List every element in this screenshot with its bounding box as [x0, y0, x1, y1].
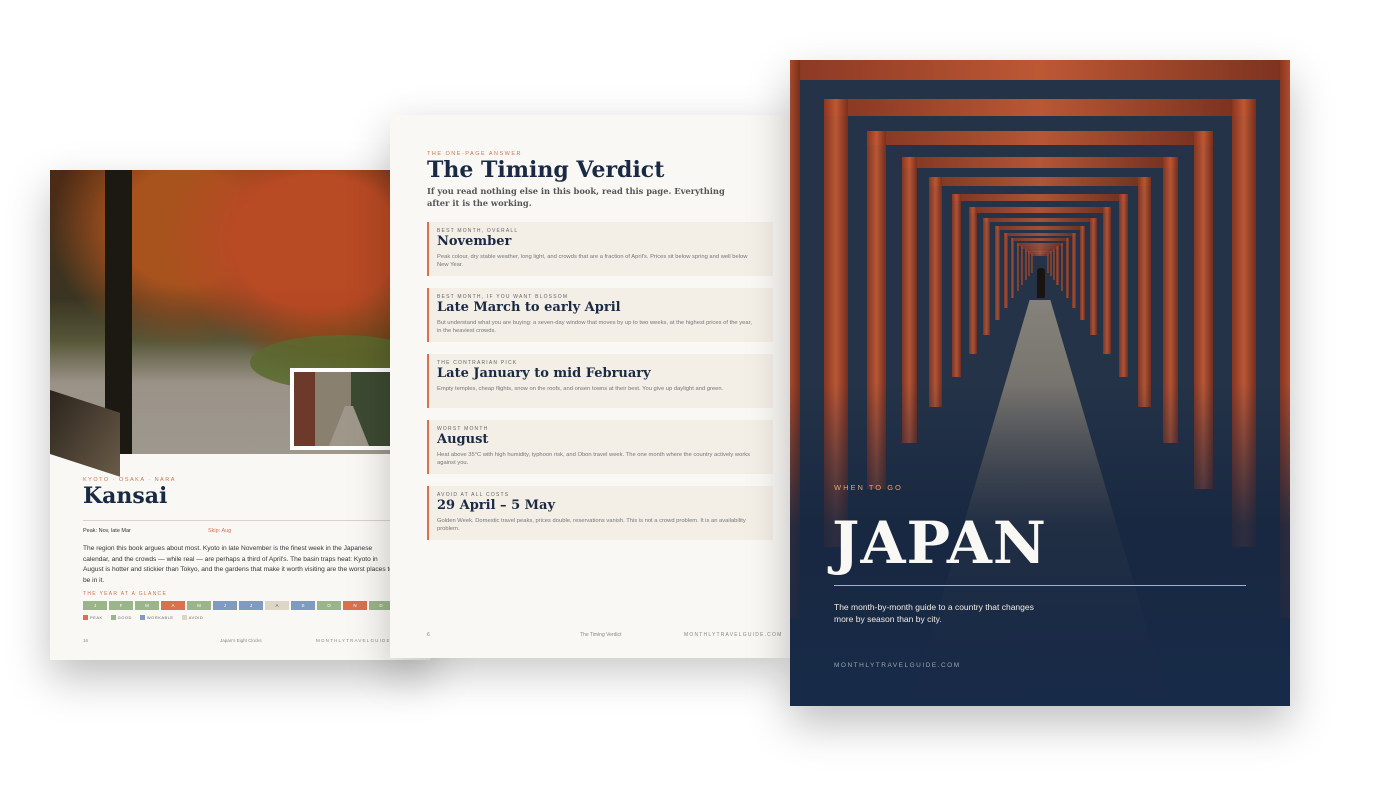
legend-item: AVOID: [181, 615, 204, 621]
card-text: Empty temples, cheap flights, snow on th…: [437, 386, 724, 392]
legend-label: AVOID: [188, 615, 204, 620]
month-cell: M: [135, 601, 159, 610]
month-strip: JFMAMJJASOND: [83, 601, 393, 610]
month-cell: J: [83, 601, 107, 610]
legend-label: PEAK: [90, 615, 103, 620]
legend-label: GOOD: [117, 615, 132, 620]
street-inset-photo: [290, 368, 402, 450]
cover-url: MONTHLYTRAVELGUIDE.COM: [834, 662, 961, 669]
month-cell: S: [291, 601, 315, 610]
month-cell: J: [239, 601, 263, 610]
month-cell: J: [213, 601, 237, 610]
card-title: Late March to early April: [437, 300, 621, 315]
verdict-subtitle: If you read nothing else in this book, r…: [427, 186, 725, 208]
cover-kicker: WHEN TO GO: [834, 483, 903, 492]
verdict-card: AVOID AT ALL COSTS 29 April – 5 May Gold…: [427, 486, 773, 540]
month-legend: PEAK GOOD WORKABLE AVOID: [83, 615, 204, 621]
cover-divider: [834, 585, 1246, 586]
card-title: November: [437, 234, 512, 249]
footer-section: The Timing Verdict: [580, 632, 622, 638]
card-text: But understand what you are buying: a se…: [437, 320, 752, 335]
month-cell: A: [265, 601, 289, 610]
card-title: Late January to mid February: [437, 366, 651, 381]
verdict-card: THE CONTRARIAN PICK Late January to mid …: [427, 354, 773, 408]
month-cell: M: [187, 601, 211, 610]
month-cell: O: [317, 601, 341, 610]
japan-cover: WHEN TO GO JAPAN The month-by-month guid…: [790, 60, 1290, 706]
card-title: August: [437, 432, 489, 447]
skip-months: Skip: Aug: [208, 528, 232, 534]
legend-item: GOOD: [110, 615, 132, 621]
card-text: Heat above 35°C with high humidity, typh…: [437, 452, 751, 467]
kansai-page: KYOTO · OSAKA · NARA Kansai Peak: Nov, l…: [50, 170, 430, 660]
legend-item: PEAK: [83, 615, 103, 621]
legend-label: WORKABLE: [146, 615, 174, 620]
region-body: The region this book argues about most. …: [83, 545, 393, 584]
cover-subtitle: The month-by-month guide to a country th…: [834, 602, 1034, 624]
timing-verdict-page: THE ONE-PAGE ANSWER The Timing Verdict I…: [390, 115, 790, 658]
legend-swatch: [139, 615, 145, 621]
legend-swatch: [83, 615, 88, 621]
card-text: Peak colour, dry stable weather, long li…: [437, 254, 748, 269]
year-glance-title: THE YEAR AT A GLANCE: [83, 591, 168, 597]
legend-swatch: [181, 615, 187, 621]
month-cell: N: [343, 601, 367, 610]
region-title: Kansai: [83, 483, 168, 509]
peak-months: Peak: Nov, late Mar: [83, 528, 131, 534]
verdict-title: The Timing Verdict: [427, 157, 665, 183]
month-cell: A: [161, 601, 185, 610]
cover-title: JAPAN: [832, 509, 1047, 577]
legend-swatch: [110, 615, 116, 621]
legend-item: WORKABLE: [139, 615, 174, 621]
month-cell: F: [109, 601, 133, 610]
verdict-card: BEST MONTH, IF YOU WANT BLOSSOM Late Mar…: [427, 288, 773, 342]
footer-site: MONTHLYTRAVELGUIDE.COM: [684, 632, 783, 638]
verdict-card: WORST MONTH August Heat above 35°C with …: [427, 420, 773, 474]
page-number: 6: [427, 632, 430, 638]
page-number: 16: [83, 638, 89, 643]
card-title: 29 April – 5 May: [437, 498, 556, 513]
divider: [83, 520, 430, 521]
card-text: Golden Week. Domestic travel peaks, pric…: [437, 518, 746, 533]
verdict-card: BEST MONTH, OVERALL November Peak colour…: [427, 222, 773, 276]
footer-section: Japan's Eight Clocks: [220, 638, 262, 643]
